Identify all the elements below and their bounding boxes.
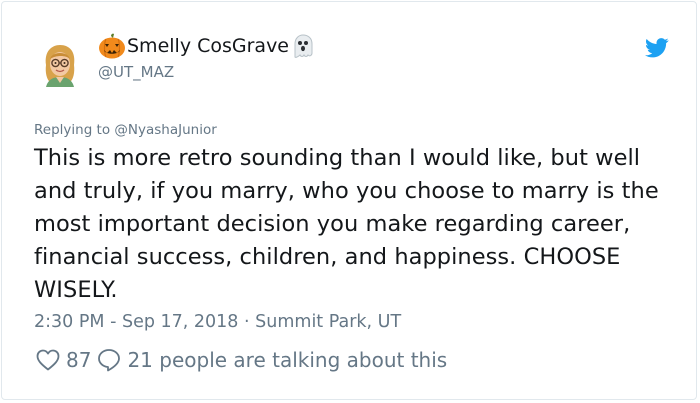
replying-to-label: Replying to: [34, 122, 115, 138]
tweet-actions: 87 21 people are talking about this: [36, 348, 453, 372]
tweet-date[interactable]: Sep 17, 2018: [122, 312, 238, 332]
tweet-metadata: 2:30 PM - Sep 17, 2018 · Summit Park, UT: [34, 312, 401, 332]
author-handle[interactable]: @UT_MAZ: [98, 63, 174, 81]
talking-about-this[interactable]: 21 people are talking about this: [127, 348, 447, 372]
speech-bubble-icon[interactable]: [97, 348, 121, 372]
ghost-icon: [290, 33, 316, 59]
tweet-card: Smelly CosGrave @UT_MAZ Replying to @Nya…: [1, 1, 697, 400]
replying-to: Replying to @NyashaJunior: [34, 122, 217, 138]
jack-o-lantern-icon: [98, 33, 126, 59]
meta-separator: ·: [238, 312, 256, 332]
twitter-bird-icon[interactable]: [645, 38, 669, 58]
meta-separator: -: [104, 312, 122, 332]
avatar[interactable]: [40, 43, 80, 87]
replying-to-handle-link[interactable]: @NyashaJunior: [114, 122, 216, 138]
tweet-text: This is more retro sounding than I would…: [34, 145, 659, 303]
tweet-time[interactable]: 2:30 PM: [34, 312, 105, 332]
like-count[interactable]: 87: [66, 348, 91, 372]
heart-icon[interactable]: [36, 349, 60, 371]
tweet-location[interactable]: Summit Park, UT: [255, 312, 401, 332]
author-display-name[interactable]: Smelly CosGrave: [127, 35, 289, 57]
avatar-image: [45, 45, 75, 87]
author-name-row[interactable]: Smelly CosGrave: [98, 33, 316, 59]
